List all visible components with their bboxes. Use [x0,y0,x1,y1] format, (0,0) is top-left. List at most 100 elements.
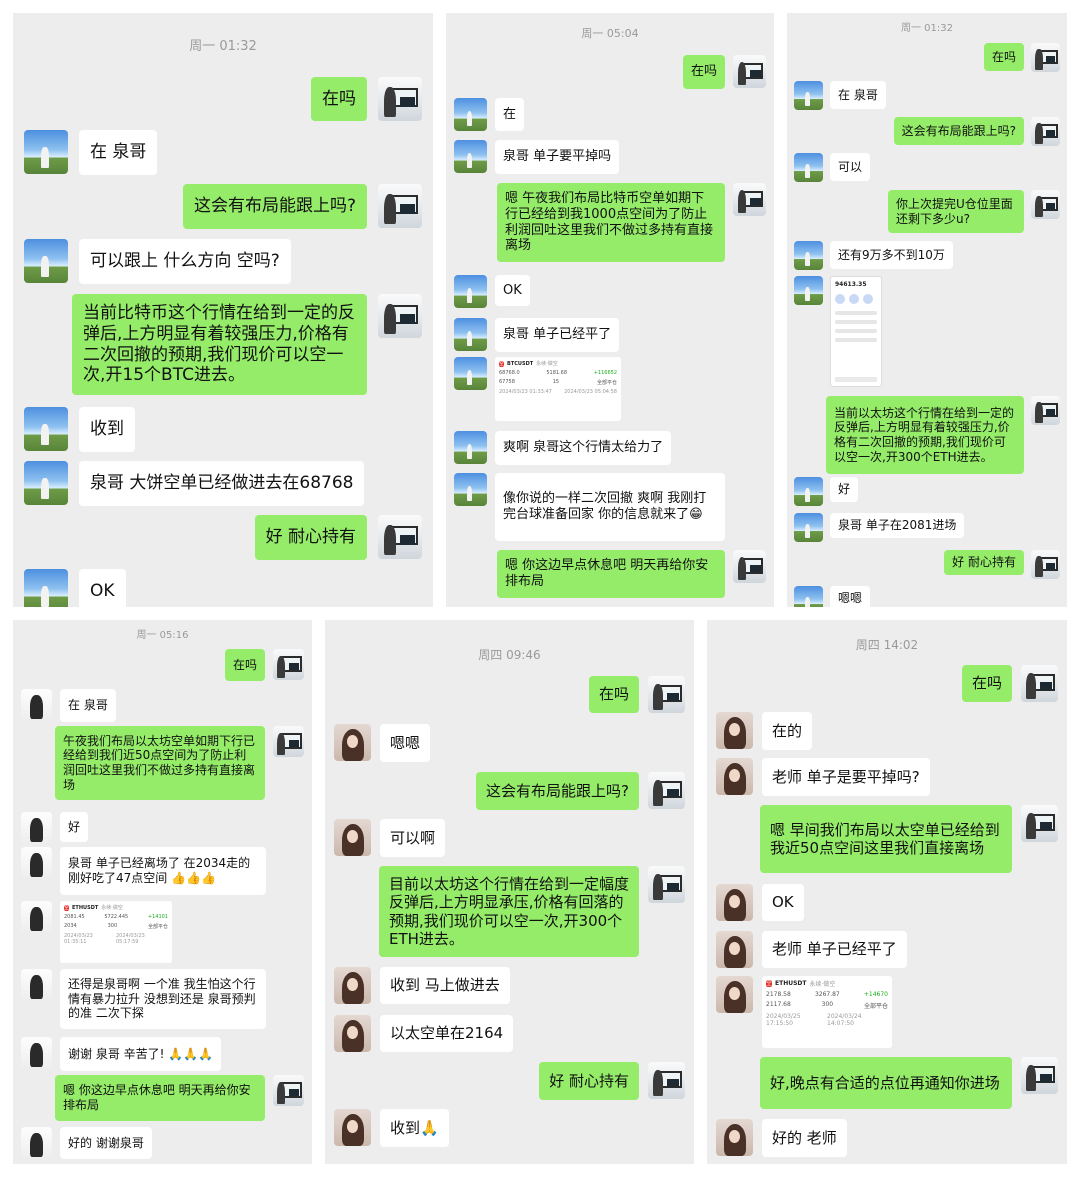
message-bubble[interactable]: 在 泉哥 [79,130,158,175]
avatar[interactable] [454,275,487,308]
avatar[interactable] [24,130,68,174]
avatar[interactable] [273,649,304,680]
message-bubble[interactable]: 在吗 [983,43,1024,71]
message-bubble[interactable]: 当前比特币这个行情在给到一定的反弹后,上方明显有着较强压力,价格有二次回撤的预期… [72,294,367,395]
avatar[interactable] [794,477,823,506]
message-bubble[interactable]: 泉哥 单子已经平了 [495,318,620,352]
message-bubble[interactable]: 你上次提完U仓位里面还剩下多少u? [888,190,1024,233]
message-bubble[interactable]: 嗯 你这边早点休息吧 明天再给你安排布局 [55,1075,265,1121]
avatar[interactable] [1031,190,1060,219]
message-bubble[interactable]: 泉哥 大饼空单已经做进去在68768 [79,461,365,506]
avatar[interactable] [648,772,685,809]
avatar[interactable] [273,1075,304,1106]
message-bubble[interactable]: 好 [60,812,89,842]
avatar[interactable] [794,241,823,270]
message-bubble[interactable]: 在 泉哥 [60,689,116,722]
message-bubble[interactable]: 嗯 早间我们布局以太空单已经给到我近50点空间这里我们直接离场 [760,805,1012,873]
avatar[interactable] [21,1127,52,1158]
trade-screenshot-image[interactable]: 空 ETHUSDT 永续·做空 2178.58 3267.87 +14670 2117.68… [762,976,892,1048]
avatar[interactable] [794,153,823,182]
message-bubble[interactable]: 这会有布局能跟上吗? [476,772,639,810]
avatar[interactable] [454,357,487,390]
message-bubble[interactable]: 还有9万多不到10万 [830,241,953,269]
message-bubble[interactable]: 嗯嗯 [830,586,871,607]
message-bubble[interactable]: 在 泉哥 [830,81,886,109]
avatar[interactable] [21,847,52,878]
message-bubble[interactable]: 泉哥 单子要平掉吗 [495,140,620,174]
message-bubble[interactable]: 在吗 [224,649,265,681]
message-bubble[interactable]: 嗯 你这边早点休息吧 明天再给你安排布局 [497,550,725,598]
message-bubble[interactable]: 收到🙏 [380,1109,449,1147]
message-bubble[interactable]: 老师 单子已经平了 [762,931,907,968]
avatar[interactable] [733,550,766,583]
avatar[interactable] [794,276,823,305]
avatar[interactable] [794,586,823,607]
trade-screenshot-image[interactable]: 空 ETHUSDT 永续·做空 2081.45 5722.445 +14101 2034 30… [60,901,172,963]
message-bubble[interactable]: 泉哥 单子已经离场了 在2034走的 刚好吃了47点空间 👍👍👍 [60,847,266,895]
avatar[interactable] [794,513,823,542]
message-bubble[interactable]: 可以啊 [380,819,446,857]
trade-screenshot-image[interactable]: 空 BTCUSDT 永续·做空 68768.0 5181.68 +116652 67758 1… [495,357,621,421]
avatar[interactable] [648,676,685,713]
avatar[interactable] [716,884,753,921]
message-bubble[interactable]: 以太空单在2164 [380,1015,514,1052]
avatar[interactable] [1021,665,1058,702]
message-bubble[interactable]: 好的 老师 [762,1119,847,1157]
avatar[interactable] [716,758,753,795]
message-bubble[interactable]: 好,晚点有合适的点位再通知你进场 [760,1057,1012,1109]
avatar[interactable] [716,1119,753,1156]
avatar[interactable] [716,976,753,1013]
message-bubble[interactable]: 好 [830,477,859,502]
message-bubble[interactable]: 在吗 [588,676,639,713]
avatar[interactable] [273,726,304,757]
avatar[interactable] [21,1037,52,1068]
avatar[interactable] [454,431,487,464]
avatar[interactable] [334,724,371,761]
avatar[interactable] [454,318,487,351]
message-bubble[interactable]: OK [495,275,530,306]
avatar[interactable] [454,98,487,131]
avatar[interactable] [1031,43,1060,72]
avatar[interactable] [733,55,766,88]
message-bubble[interactable]: 当前以太坊这个行情在给到一定的反弹后,上方明显有着较强压力,价格有二次回撤的预期… [826,396,1024,474]
message-bubble[interactable]: 在吗 [311,77,367,121]
message-bubble[interactable]: 在 [495,98,525,131]
avatar[interactable] [334,967,371,1004]
avatar[interactable] [1021,805,1058,842]
avatar[interactable] [21,969,52,1000]
message-bubble[interactable]: 好 耐心持有 [944,550,1024,575]
message-bubble[interactable]: 这会有布局能跟上吗? [182,184,367,229]
message-bubble[interactable]: 目前以太坊这个行情在给到一定幅度反弹后,上方明显承压,价格有回落的预期,我们现价… [379,866,639,957]
avatar[interactable] [1031,550,1060,579]
avatar[interactable] [716,931,753,968]
message-bubble[interactable]: 在的 [762,712,813,750]
message-bubble[interactable]: 谢谢 泉哥 辛苦了! 🙏🙏🙏 [60,1037,222,1071]
message-bubble[interactable]: 老师 单子是要平掉吗? [762,758,930,796]
message-bubble[interactable]: OK [79,569,126,607]
avatar[interactable] [334,1015,371,1052]
message-bubble[interactable]: 可以 [830,153,871,181]
message-bubble[interactable]: 嗯 午夜我们布局比特币空单如期下行已经给到我1000点空间为了防止利润回吐这里我… [497,183,725,262]
avatar[interactable] [454,140,487,173]
message-bubble[interactable]: 像你说的一样二次回撤 爽啊 我刚打完台球准备回家 你的信息就来了😁 [495,473,725,541]
avatar[interactable] [21,689,52,720]
avatar[interactable] [716,712,753,749]
message-bubble[interactable]: 好 耐心持有 [254,515,367,560]
message-bubble[interactable]: 收到 [79,407,135,452]
message-bubble[interactable]: 爽啊 泉哥这个行情太给力了 [495,431,672,465]
avatar[interactable] [24,239,68,283]
avatar[interactable] [648,866,685,903]
avatar[interactable] [1031,117,1060,146]
avatar[interactable] [378,184,422,228]
avatar[interactable] [334,1109,371,1146]
wallet-screenshot-image[interactable]: 94613.35 [830,276,882,387]
message-bubble[interactable]: 泉哥 单子在2081进场 [830,513,965,538]
message-bubble[interactable]: 好 耐心持有 [539,1062,639,1100]
avatar[interactable] [1031,396,1060,425]
avatar[interactable] [24,569,68,607]
message-bubble[interactable]: 收到 马上做进去 [380,967,510,1004]
avatar[interactable] [454,473,487,506]
message-bubble[interactable]: 还得是泉哥啊 一个准 我生怕这个行情有暴力拉升 没想到还是 泉哥预判的准 二次下… [60,969,266,1029]
avatar[interactable] [24,407,68,451]
message-bubble[interactable]: 在吗 [961,665,1012,702]
